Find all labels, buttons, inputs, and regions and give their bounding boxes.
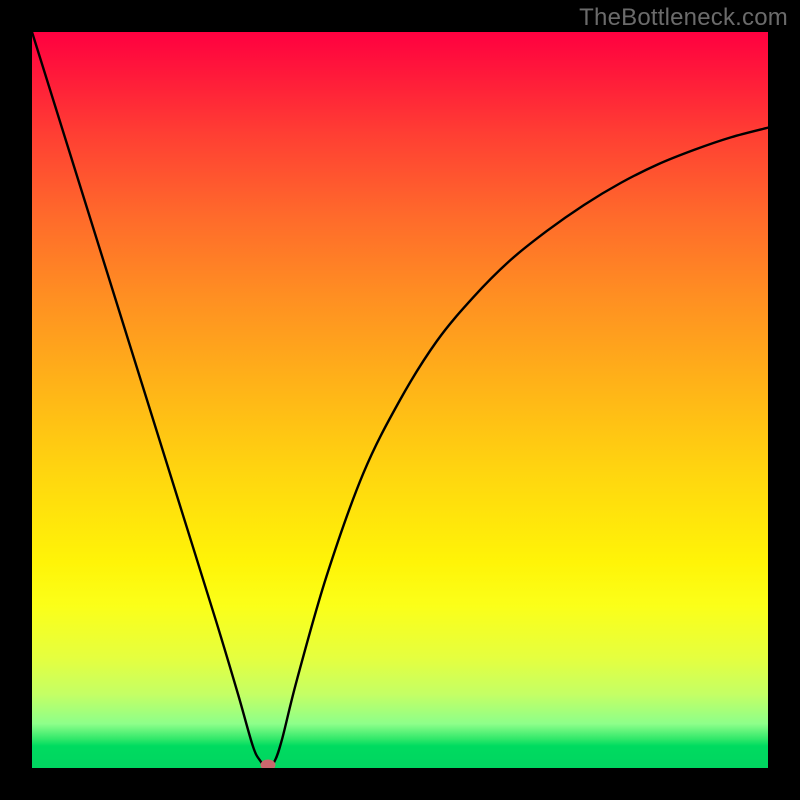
chart-frame: TheBottleneck.com bbox=[0, 0, 800, 800]
watermark-label: TheBottleneck.com bbox=[579, 4, 788, 32]
curve-path bbox=[32, 32, 768, 768]
plot-area bbox=[32, 32, 768, 768]
minimum-marker bbox=[260, 760, 275, 769]
bottleneck-curve bbox=[32, 32, 768, 768]
